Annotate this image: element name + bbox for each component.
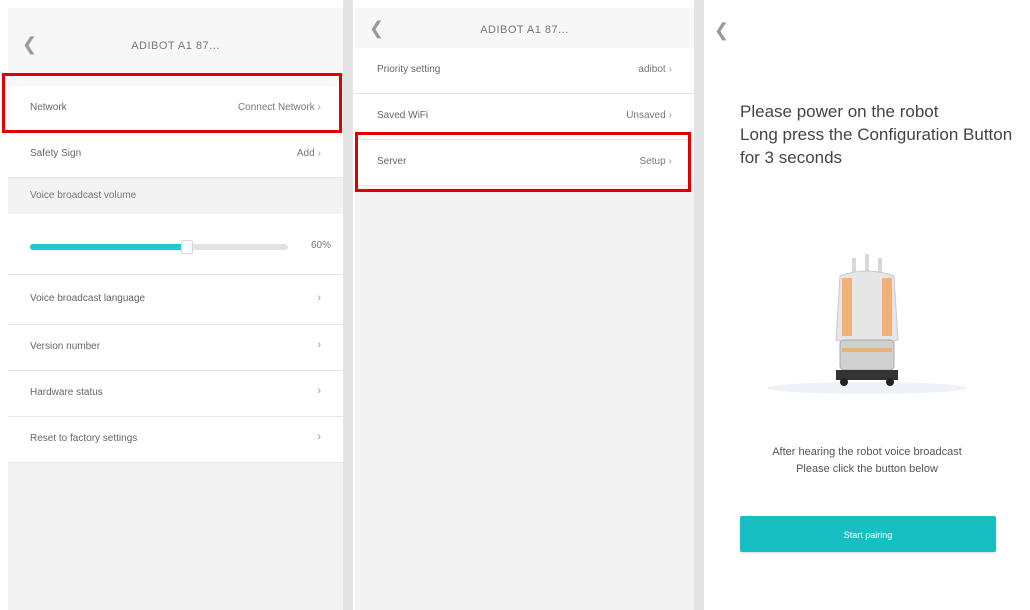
safety-sign-row[interactable]: Safety Sign Add › [8, 132, 343, 178]
pairing-instructions: Please power on the robot Long press the… [740, 100, 1030, 169]
saved-wifi-label: Saved WiFi [377, 110, 429, 121]
priority-setting-row[interactable]: Priority setting adibot › [355, 48, 694, 94]
voice-volume-label: Voice broadcast volume [30, 190, 137, 201]
volume-slider-row: 60% [8, 214, 343, 275]
screenshot-composite: ❮ ADIBOT A1 87... Network Connect Networ… [0, 0, 1030, 610]
voice-volume-header: Voice broadcast volume [8, 178, 343, 214]
chevron-right-icon: › [317, 431, 321, 443]
instruction-line-2: Long press the Configuration Button for … [740, 125, 1013, 167]
instruction-line-1: Please power on the robot [740, 102, 939, 121]
header-bar: ❮ ADIBOT A1 87... [355, 8, 694, 48]
robot-illustration-icon [756, 240, 978, 400]
back-chevron-icon[interactable]: ❮ [714, 20, 729, 41]
page-title: ADIBOT A1 87... [480, 24, 569, 36]
volume-slider-fill [30, 244, 185, 250]
page-title: ADIBOT A1 87... [131, 40, 220, 52]
after-line-2: Please click the button below [796, 463, 938, 475]
volume-slider-handle[interactable] [180, 240, 193, 254]
hardware-status-row[interactable]: Hardware status › [8, 371, 343, 417]
chevron-right-icon: › [317, 292, 321, 304]
chevron-right-icon: › [317, 385, 321, 397]
highlight-network-box [2, 73, 342, 133]
safety-sign-value: Add › [296, 148, 321, 159]
version-number-label: Version number [30, 341, 101, 352]
panel-divider [694, 0, 704, 610]
volume-percent: 60% [310, 240, 331, 251]
after-broadcast-text: After hearing the robot voice broadcast … [704, 444, 1030, 478]
panel-divider [343, 0, 353, 610]
priority-setting-value: adibot › [638, 64, 672, 75]
after-line-1: After hearing the robot voice broadcast [772, 446, 962, 458]
highlight-server-box [355, 132, 691, 192]
network-settings-screen: ❮ ADIBOT A1 87... Priority setting adibo… [355, 8, 694, 610]
chevron-right-icon: › [668, 110, 672, 121]
reset-factory-label: Reset to factory settings [30, 433, 138, 444]
priority-setting-label: Priority setting [377, 64, 441, 75]
chevron-right-icon: › [668, 64, 672, 75]
voice-language-label: Voice broadcast language [30, 293, 146, 304]
voice-language-row[interactable]: Voice broadcast language › [8, 275, 343, 325]
chevron-right-icon: › [317, 148, 321, 159]
hardware-status-label: Hardware status [30, 387, 103, 398]
volume-slider-track[interactable] [30, 240, 288, 254]
reset-factory-row[interactable]: Reset to factory settings › [8, 417, 343, 463]
saved-wifi-value: Unsaved › [626, 110, 672, 121]
chevron-right-icon: › [317, 339, 321, 351]
safety-sign-label: Safety Sign [30, 148, 82, 159]
pairing-instructions-screen: ❮ Please power on the robot Long press t… [704, 8, 1030, 610]
start-pairing-button[interactable]: Start pairing [740, 516, 996, 552]
version-number-row[interactable]: Version number › [8, 325, 343, 371]
